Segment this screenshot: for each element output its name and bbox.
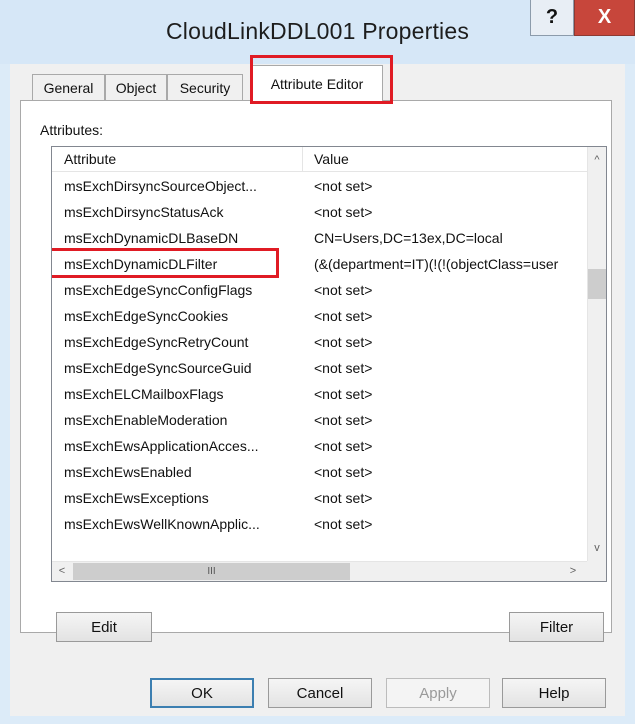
row-highlight-box xyxy=(52,248,279,278)
table-row[interactable]: msExchEwsWellKnownApplic... <not set> xyxy=(52,511,587,537)
attributes-label: Attributes: xyxy=(40,122,104,138)
attribute-name: msExchEwsExceptions xyxy=(64,490,209,506)
attribute-value: <not set> xyxy=(314,282,373,298)
attribute-value: <not set> xyxy=(314,204,373,220)
ok-button[interactable]: OK xyxy=(150,678,254,708)
vertical-scrollbar[interactable]: ^ v xyxy=(587,147,606,561)
scroll-right-arrow-icon[interactable]: > xyxy=(564,562,582,580)
list-header: Attribute Value xyxy=(52,147,587,172)
attribute-name: msExchELCMailboxFlags xyxy=(64,386,224,402)
attribute-name: msExchEdgeSyncCookies xyxy=(64,308,229,324)
attribute-name: msExchEwsApplicationAcces... xyxy=(64,438,259,454)
attribute-value: <not set> xyxy=(314,438,373,454)
filter-button[interactable]: Filter xyxy=(509,612,604,642)
attribute-value: <not set> xyxy=(314,360,373,376)
attributes-list[interactable]: Attribute Value msExchDirsyncSourceObjec… xyxy=(51,146,607,582)
attribute-value: <not set> xyxy=(314,412,373,428)
table-row[interactable]: msExchEdgeSyncRetryCount <not set> xyxy=(52,329,587,355)
attribute-value: (&(department=IT)(!(!(objectClass=user xyxy=(314,256,559,272)
table-row[interactable]: msExchEdgeSyncCookies <not set> xyxy=(52,303,587,329)
table-row[interactable]: msExchEnableModeration <not set> xyxy=(52,407,587,433)
table-row[interactable]: msExchEdgeSyncConfigFlags <not set> xyxy=(52,277,587,303)
tab-highlight-box xyxy=(250,55,393,104)
attribute-name: msExchEnableModeration xyxy=(64,412,228,428)
table-row[interactable]: msExchELCMailboxFlags <not set> xyxy=(52,381,587,407)
tab-object[interactable]: Object xyxy=(105,74,167,100)
attribute-value: <not set> xyxy=(314,178,373,194)
attribute-name: msExchEdgeSyncSourceGuid xyxy=(64,360,252,376)
properties-dialog: CloudLinkDDL001 Properties ? X General O… xyxy=(0,0,635,724)
help-button[interactable]: Help xyxy=(502,678,606,708)
scrollbar-corner xyxy=(587,561,606,581)
scroll-left-arrow-icon[interactable]: < xyxy=(53,562,71,580)
attribute-name: msExchDynamicDLBaseDN xyxy=(64,230,239,246)
attribute-value: <not set> xyxy=(314,386,373,402)
attribute-value: CN=Users,DC=13ex,DC=local xyxy=(314,230,503,246)
attribute-value: <not set> xyxy=(314,464,373,480)
vertical-scroll-thumb[interactable] xyxy=(588,269,606,299)
attribute-name: msExchDirsyncStatusAck xyxy=(64,204,224,220)
table-row[interactable]: msExchEdgeSyncSourceGuid <not set> xyxy=(52,355,587,381)
attribute-value: <not set> xyxy=(314,516,373,532)
attribute-name: msExchEdgeSyncConfigFlags xyxy=(64,282,253,298)
table-row[interactable]: msExchEwsExceptions <not set> xyxy=(52,485,587,511)
attribute-value: <not set> xyxy=(314,334,373,350)
attribute-value: <not set> xyxy=(314,490,373,506)
column-header-attribute[interactable]: Attribute xyxy=(52,147,303,171)
table-row[interactable]: msExchEwsApplicationAcces... <not set> xyxy=(52,433,587,459)
attribute-name: msExchEdgeSyncRetryCount xyxy=(64,334,249,350)
column-header-value[interactable]: Value xyxy=(303,147,587,171)
help-title-button[interactable]: ? xyxy=(530,0,574,36)
edit-button[interactable]: Edit xyxy=(56,612,152,642)
scroll-down-arrow-icon[interactable]: v xyxy=(588,539,606,557)
cancel-button[interactable]: Cancel xyxy=(268,678,372,708)
scroll-up-arrow-icon[interactable]: ^ xyxy=(588,151,606,169)
apply-button[interactable]: Apply xyxy=(386,678,490,708)
horizontal-scrollbar[interactable]: < III > xyxy=(52,561,587,581)
table-row-dynamic-dl-filter[interactable]: msExchDynamicDLFilter (&(department=IT)(… xyxy=(52,248,587,278)
attribute-name: msExchDirsyncSourceObject... xyxy=(64,178,257,194)
table-row[interactable]: msExchEwsEnabled <not set> xyxy=(52,459,587,485)
horizontal-scroll-thumb[interactable]: III xyxy=(73,563,350,580)
tab-general[interactable]: General xyxy=(32,74,105,100)
tab-security[interactable]: Security xyxy=(167,74,243,100)
table-row[interactable]: msExchDirsyncSourceObject... <not set> xyxy=(52,173,587,199)
attribute-name: msExchEwsWellKnownApplic... xyxy=(64,516,260,532)
attribute-name: msExchEwsEnabled xyxy=(64,464,192,480)
table-row[interactable]: msExchDirsyncStatusAck <not set> xyxy=(52,199,587,225)
close-button[interactable]: X xyxy=(574,0,635,36)
attribute-value: <not set> xyxy=(314,308,373,324)
